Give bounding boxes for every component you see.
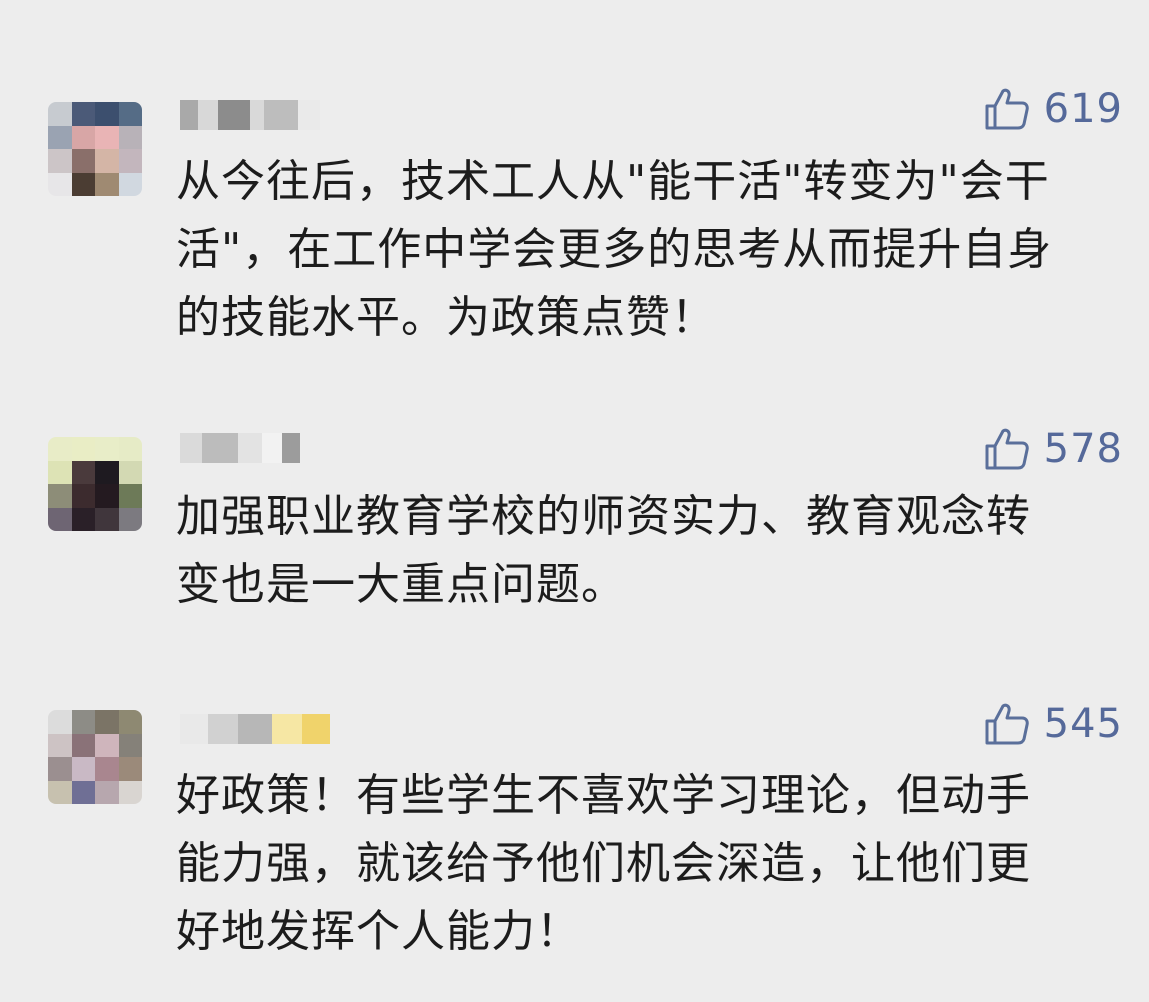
avatar-pixel [48,484,72,508]
username-blurred[interactable] [180,433,300,463]
avatar-pixel [71,125,95,149]
username-pixel [238,433,262,463]
avatar-pixel [95,102,119,126]
avatar-pixel [48,733,72,757]
avatar-pixel [71,484,95,508]
comment-text: 从今往后，技术工人从"能干活"转变为"会干 活"，在工作中学会更多的思考从而提升… [176,156,1053,343]
avatar-pixel [48,149,72,173]
username-pixel [238,714,272,744]
username-pixel [180,433,202,463]
avatar-pixel [71,460,95,484]
comment-text: 加强职业教育学校的师资实力、教育观念转 变也是一大重点问题。 [176,491,1031,610]
username-pixel [302,714,330,744]
avatar-pixel [71,780,95,804]
avatar-pixel [95,710,119,734]
avatar-pixel [118,507,142,531]
username-pixel [208,714,238,744]
like-button[interactable]: 619 [984,86,1123,132]
avatar-pixel [48,757,72,781]
avatar[interactable] [48,710,142,804]
avatar-pixel [118,484,142,508]
avatar-pixel [71,733,95,757]
avatar-pixel [71,102,95,126]
avatar-pixel [118,149,142,173]
avatar-pixel [118,172,142,196]
avatar-pixel [48,125,72,149]
username-pixel [198,100,218,130]
avatar-pixel [71,437,95,461]
avatar-pixel [118,780,142,804]
avatar-pixel [71,757,95,781]
avatar-pixel [118,460,142,484]
avatar-pixel [48,460,72,484]
avatar-pixel [95,757,119,781]
like-button[interactable]: 545 [984,701,1123,747]
username-pixel [250,100,264,130]
avatar-pixel [48,102,72,126]
avatar-pixel [118,125,142,149]
username-pixel [218,100,250,130]
avatar-pixel [95,172,119,196]
avatar-pixel [48,437,72,461]
username-pixel [202,433,238,463]
like-count: 619 [1043,86,1123,132]
avatar-pixel [48,507,72,531]
username-pixel [180,100,198,130]
avatar-pixel [71,507,95,531]
username-blurred[interactable] [180,714,330,744]
thumbs-up-icon [985,703,1029,745]
like-count: 578 [1043,426,1123,472]
like-button[interactable]: 578 [984,426,1123,472]
avatar-pixel [95,149,119,173]
avatar-pixel [95,733,119,757]
avatar-pixel [118,757,142,781]
username-pixel [272,714,302,744]
avatar-pixel [118,102,142,126]
username-blurred[interactable] [180,100,320,130]
username-pixel [298,100,320,130]
username-pixel [262,433,282,463]
comment-list: 619 从今往后，技术工人从"能干活"转变为"会干 活"，在工作中学会更多的思考… [0,0,1149,1002]
avatar-pixel [118,733,142,757]
avatar-pixel [71,710,95,734]
comment-text: 好政策！有些学生不喜欢学习理论，但动手 能力强，就该给予他们机会深造，让他们更 … [176,770,1031,957]
avatar-pixel [95,780,119,804]
avatar-pixel [71,172,95,196]
username-pixel [264,100,298,130]
avatar-pixel [48,780,72,804]
avatar[interactable] [48,437,142,531]
thumbs-up-icon [985,428,1029,470]
avatar-pixel [118,710,142,734]
avatar-pixel [95,460,119,484]
avatar-pixel [95,507,119,531]
thumbs-up-icon [985,88,1029,130]
avatar-pixel [95,484,119,508]
avatar-pixel [71,149,95,173]
username-pixel [180,714,208,744]
avatar-pixel [95,125,119,149]
avatar[interactable] [48,102,142,196]
avatar-pixel [118,437,142,461]
avatar-pixel [48,172,72,196]
like-count: 545 [1043,701,1123,747]
avatar-pixel [95,437,119,461]
username-pixel [282,433,300,463]
avatar-pixel [48,710,72,734]
